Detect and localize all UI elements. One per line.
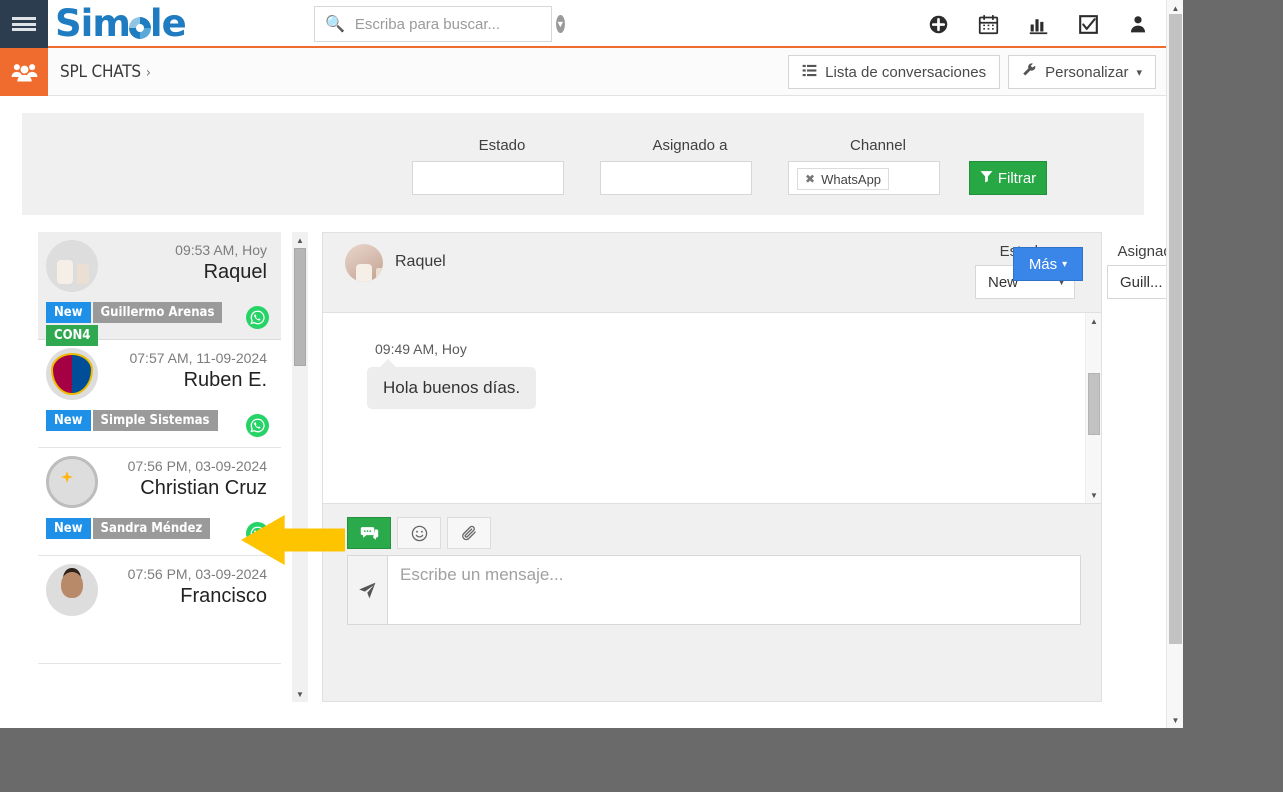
assignee-badge: Guillermo Arenas bbox=[92, 302, 223, 323]
message-composer bbox=[323, 503, 1101, 701]
more-button[interactable]: Más ▾ bbox=[1013, 247, 1083, 281]
app-logo-text-1: Sim bbox=[55, 2, 131, 45]
scroll-down-arrow-icon[interactable]: ▼ bbox=[1167, 712, 1183, 728]
chevron-right-icon: › bbox=[145, 65, 151, 81]
remove-tag-icon[interactable]: ✖ bbox=[805, 172, 815, 186]
chat-asignado-value: Guill... bbox=[1120, 273, 1163, 291]
app-logo[interactable]: Sim le bbox=[55, 2, 187, 46]
message-input[interactable] bbox=[387, 555, 1081, 625]
scrollbar-thumb[interactable] bbox=[1169, 14, 1182, 644]
search-options-caret-icon[interactable]: ▼ bbox=[555, 15, 565, 33]
conversation-item-ruben[interactable]: 07:57 AM, 11-09-2024 Ruben E. New Simple… bbox=[38, 340, 281, 448]
conversation-list[interactable]: 09:53 AM, Hoy Raquel New Guillermo Arena… bbox=[38, 232, 281, 702]
chevron-down-icon: ▾ bbox=[1062, 258, 1068, 270]
conversation-badges: New Sandra Méndez bbox=[46, 518, 226, 539]
chat-bubble-icon[interactable] bbox=[347, 517, 391, 549]
checkbox-icon[interactable] bbox=[1076, 12, 1100, 36]
chart-icon[interactable] bbox=[1026, 12, 1050, 36]
chat-panel: Raquel Estado New ▼ Asignado a Guill... … bbox=[322, 232, 1183, 702]
avatar bbox=[46, 348, 98, 400]
scroll-down-arrow-icon[interactable]: ▼ bbox=[1086, 487, 1101, 503]
hamburger-icon-bar bbox=[12, 17, 36, 20]
scroll-down-arrow-icon[interactable]: ▼ bbox=[292, 686, 308, 702]
paperclip-icon[interactable] bbox=[447, 517, 491, 549]
channel-tag-whatsapp[interactable]: ✖ WhatsApp bbox=[797, 168, 890, 190]
list-icon bbox=[802, 63, 817, 82]
whatsapp-icon bbox=[246, 414, 269, 437]
send-paper-plane-icon[interactable] bbox=[347, 555, 387, 625]
more-button-label: Más bbox=[1028, 255, 1058, 273]
conversation-item-francisco[interactable]: 07:56 PM, 03-09-2024 Francisco bbox=[38, 556, 281, 664]
chat-header: Raquel Estado New ▼ Asignado a Guill... … bbox=[323, 233, 1183, 313]
message-bubble: Hola buenos días. bbox=[367, 359, 537, 409]
filter-asignado-input[interactable] bbox=[600, 161, 752, 195]
breadcrumb-actions: Lista de conversaciones Personalizar ▾ bbox=[788, 55, 1156, 89]
chat-contact-name: Raquel bbox=[395, 253, 446, 270]
message-area-scrollbar[interactable]: ▲ ▼ bbox=[1085, 313, 1101, 503]
composer-tabs bbox=[347, 517, 491, 549]
customize-button[interactable]: Personalizar ▾ bbox=[1008, 55, 1156, 89]
app-logo-text-2: le bbox=[149, 2, 187, 45]
message-timestamp: 09:49 AM, Hoy bbox=[375, 341, 467, 357]
conversation-list-button[interactable]: Lista de conversaciones bbox=[788, 55, 1001, 89]
page-scrollbar[interactable]: ▲ ▼ bbox=[1166, 0, 1183, 728]
breadcrumb-bar: SPL CHATS › Lista de conversaciones Perso… bbox=[0, 48, 1166, 96]
user-icon[interactable] bbox=[1126, 12, 1150, 36]
avatar bbox=[345, 244, 383, 282]
filter-asignado-label: Asignado a bbox=[652, 137, 728, 154]
hamburger-icon-bar bbox=[12, 22, 36, 26]
search-icon: 🔍 bbox=[325, 16, 345, 33]
users-group-icon[interactable] bbox=[0, 48, 48, 96]
calendar-icon[interactable] bbox=[976, 12, 1000, 36]
hamburger-menu-button[interactable] bbox=[0, 0, 48, 48]
breadcrumb: SPL CHATS › bbox=[60, 48, 151, 96]
main-content: 09:53 AM, Hoy Raquel New Guillermo Arena… bbox=[22, 215, 1183, 727]
filter-button[interactable]: Filtrar bbox=[969, 161, 1047, 195]
conversation-badges: New Simple Sistemas bbox=[46, 410, 226, 431]
customize-button-label: Personalizar bbox=[1045, 63, 1129, 81]
conversation-list-scrollbar[interactable]: ▲ ▼ bbox=[292, 232, 308, 702]
whatsapp-icon bbox=[246, 306, 269, 329]
filter-channel-label: Channel bbox=[850, 137, 906, 154]
chevron-down-icon: ▾ bbox=[1136, 66, 1142, 79]
browser-page: Simle 🔍 ▼ bbox=[0, 0, 1183, 728]
filter-channel-input[interactable]: ✖ WhatsApp bbox=[788, 161, 940, 195]
page-title: SPL CHATS bbox=[60, 62, 141, 82]
avatar bbox=[46, 564, 98, 616]
wrench-icon bbox=[1022, 62, 1037, 82]
add-circle-icon[interactable] bbox=[926, 12, 950, 36]
funnel-icon bbox=[980, 170, 993, 187]
status-badge: New bbox=[46, 518, 91, 539]
assignee-badge: Simple Sistemas bbox=[92, 410, 218, 431]
scrollbar-thumb[interactable] bbox=[1088, 373, 1100, 435]
header-icon-group bbox=[926, 0, 1150, 48]
app-header: Simle 🔍 ▼ bbox=[0, 0, 1166, 48]
message-area[interactable]: 09:49 AM, Hoy Hola buenos días. ▲ ▼ bbox=[323, 313, 1101, 503]
filter-bar: Estado Asignado a Channel ✖ WhatsApp Fil… bbox=[22, 113, 1144, 215]
channel-tag-label: WhatsApp bbox=[821, 171, 882, 187]
avatar bbox=[46, 456, 98, 508]
filter-estado-label: Estado bbox=[478, 137, 526, 154]
smiley-icon[interactable] bbox=[397, 517, 441, 549]
assignee-badge: Sandra Méndez bbox=[92, 518, 211, 539]
logo-aperture-icon bbox=[128, 17, 151, 39]
scroll-up-arrow-icon[interactable]: ▲ bbox=[292, 232, 308, 248]
status-badge: New bbox=[46, 410, 91, 431]
scrollbar-thumb[interactable] bbox=[294, 248, 306, 366]
status-badge: New bbox=[46, 302, 91, 323]
filter-button-label: Filtrar bbox=[997, 169, 1037, 187]
conversation-list-button-label: Lista de conversaciones bbox=[825, 63, 987, 81]
conversation-item-raquel[interactable]: 09:53 AM, Hoy Raquel New Guillermo Arena… bbox=[38, 232, 281, 346]
avatar bbox=[46, 240, 98, 292]
search-input[interactable] bbox=[352, 14, 556, 34]
hamburger-icon-bar bbox=[12, 28, 36, 31]
composer-input-row bbox=[347, 555, 1081, 625]
global-search[interactable]: 🔍 ▼ bbox=[314, 6, 565, 42]
scroll-up-arrow-icon[interactable]: ▲ bbox=[1086, 313, 1101, 329]
filter-estado-input[interactable] bbox=[412, 161, 564, 195]
